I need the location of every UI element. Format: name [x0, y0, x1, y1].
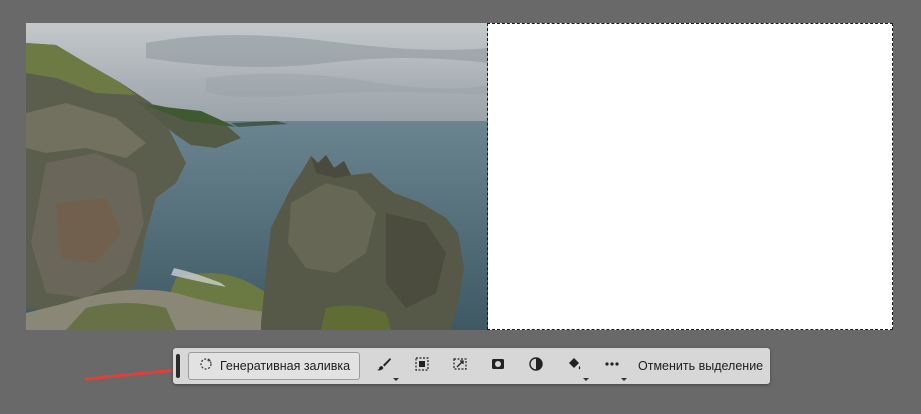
generative-fill-button[interactable]: Генеративная заливка	[188, 352, 360, 380]
mask-button[interactable]	[486, 354, 510, 378]
fill-bucket-icon	[566, 356, 582, 377]
transform-selection-icon	[452, 356, 468, 377]
brush-submenu-indicator	[393, 378, 399, 381]
more-options-icon	[604, 356, 620, 377]
document-canvas[interactable]	[26, 23, 893, 330]
generative-fill-label: Генеративная заливка	[220, 359, 351, 373]
mask-icon	[490, 356, 506, 377]
taskbar-drag-handle[interactable]	[176, 354, 180, 378]
fill-bucket-button[interactable]	[562, 354, 589, 381]
select-subject-icon	[414, 356, 430, 377]
blank-extended-area[interactable]	[488, 23, 893, 330]
select-subject-button[interactable]	[410, 354, 434, 378]
deselect-button[interactable]: Отменить выделение	[638, 359, 763, 373]
generative-fill-icon	[199, 357, 213, 376]
adjustment-button[interactable]	[524, 354, 548, 378]
transform-selection-button[interactable]	[448, 354, 472, 378]
brush-tool-button[interactable]	[372, 354, 399, 381]
fill-submenu-indicator	[583, 378, 589, 381]
landscape-photo	[26, 23, 488, 330]
contextual-taskbar: Генеративная заливка Отменить выделение	[173, 348, 770, 384]
brush-icon	[376, 356, 392, 377]
adjustment-icon	[528, 356, 544, 377]
more-options-button[interactable]	[600, 354, 627, 381]
more-submenu-indicator	[621, 378, 627, 381]
